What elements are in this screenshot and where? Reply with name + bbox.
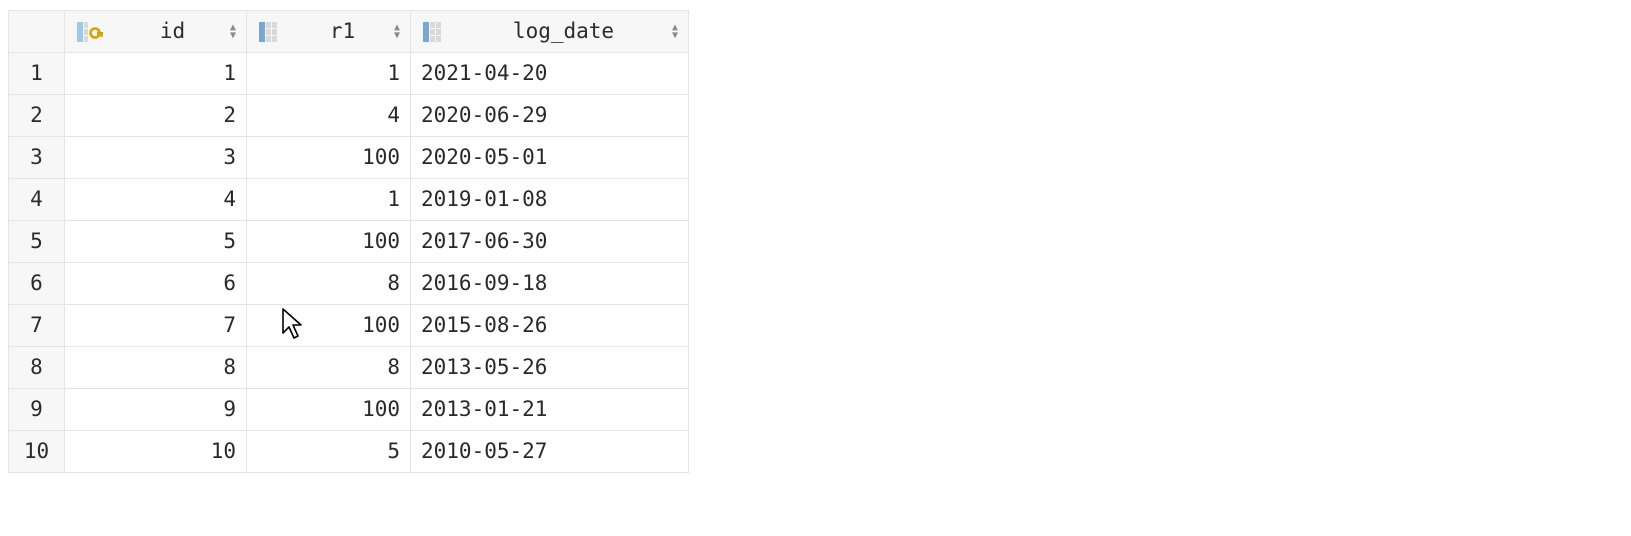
cell-id[interactable]: 7 (65, 305, 247, 347)
cell-id[interactable]: 1 (65, 53, 247, 95)
table-row[interactable]: 1 1 1 2021-04-20 (9, 53, 689, 95)
sort-icon[interactable]: ▲▼ (390, 11, 400, 52)
row-number[interactable]: 5 (9, 221, 65, 263)
cell-r1[interactable]: 5 (247, 431, 411, 473)
header-row: id ▲▼ (9, 11, 689, 53)
table-row[interactable]: 2 2 4 2020-06-29 (9, 95, 689, 137)
table-row[interactable]: 10 10 5 2010-05-27 (9, 431, 689, 473)
row-number[interactable]: 2 (9, 95, 65, 137)
cell-log-date[interactable]: 2010-05-27 (411, 431, 689, 473)
cell-r1[interactable]: 1 (247, 179, 411, 221)
row-number[interactable]: 10 (9, 431, 65, 473)
row-number[interactable]: 8 (9, 347, 65, 389)
cell-id[interactable]: 10 (65, 431, 247, 473)
cell-id[interactable]: 3 (65, 137, 247, 179)
cell-id[interactable]: 6 (65, 263, 247, 305)
column-icon (423, 21, 443, 43)
header-rownum[interactable] (9, 11, 65, 53)
table-row[interactable]: 6 6 8 2016-09-18 (9, 263, 689, 305)
cell-log-date[interactable]: 2016-09-18 (411, 263, 689, 305)
row-number[interactable]: 6 (9, 263, 65, 305)
cell-id[interactable]: 2 (65, 95, 247, 137)
cell-r1[interactable]: 100 (247, 389, 411, 431)
table-row[interactable]: 9 9 100 2013-01-21 (9, 389, 689, 431)
row-number[interactable]: 7 (9, 305, 65, 347)
cell-r1[interactable]: 100 (247, 137, 411, 179)
row-number[interactable]: 9 (9, 389, 65, 431)
cell-r1[interactable]: 100 (247, 221, 411, 263)
cell-log-date[interactable]: 2019-01-08 (411, 179, 689, 221)
cell-r1[interactable]: 1 (247, 53, 411, 95)
table-row[interactable]: 5 5 100 2017-06-30 (9, 221, 689, 263)
header-r1-label: r1 (285, 11, 400, 52)
header-id[interactable]: id ▲▼ (65, 11, 247, 53)
cell-log-date[interactable]: 2015-08-26 (411, 305, 689, 347)
sort-icon[interactable]: ▲▼ (668, 11, 678, 52)
table-row[interactable]: 3 3 100 2020-05-01 (9, 137, 689, 179)
cell-r1[interactable]: 4 (247, 95, 411, 137)
sort-icon[interactable]: ▲▼ (226, 11, 236, 52)
cell-r1[interactable]: 8 (247, 347, 411, 389)
cell-log-date[interactable]: 2013-05-26 (411, 347, 689, 389)
row-number[interactable]: 3 (9, 137, 65, 179)
cell-log-date[interactable]: 2017-06-30 (411, 221, 689, 263)
row-number[interactable]: 1 (9, 53, 65, 95)
header-log-date-label: log_date (449, 11, 678, 52)
result-grid[interactable]: id ▲▼ (8, 10, 689, 473)
cell-id[interactable]: 9 (65, 389, 247, 431)
column-icon (259, 21, 279, 43)
table-row[interactable]: 8 8 8 2013-05-26 (9, 347, 689, 389)
header-log-date[interactable]: log_date ▲▼ (411, 11, 689, 53)
cell-r1[interactable]: 8 (247, 263, 411, 305)
cell-log-date[interactable]: 2020-06-29 (411, 95, 689, 137)
cell-id[interactable]: 8 (65, 347, 247, 389)
cell-r1[interactable]: 100 (247, 305, 411, 347)
table-row[interactable]: 4 4 1 2019-01-08 (9, 179, 689, 221)
cell-id[interactable]: 4 (65, 179, 247, 221)
cell-log-date[interactable]: 2021-04-20 (411, 53, 689, 95)
row-number[interactable]: 4 (9, 179, 65, 221)
primary-key-column-icon (77, 21, 103, 43)
cell-id[interactable]: 5 (65, 221, 247, 263)
table-row[interactable]: 7 7 100 2015-08-26 (9, 305, 689, 347)
cell-log-date[interactable]: 2013-01-21 (411, 389, 689, 431)
cell-log-date[interactable]: 2020-05-01 (411, 137, 689, 179)
header-id-label: id (109, 11, 236, 52)
header-r1[interactable]: r1 ▲▼ (247, 11, 411, 53)
